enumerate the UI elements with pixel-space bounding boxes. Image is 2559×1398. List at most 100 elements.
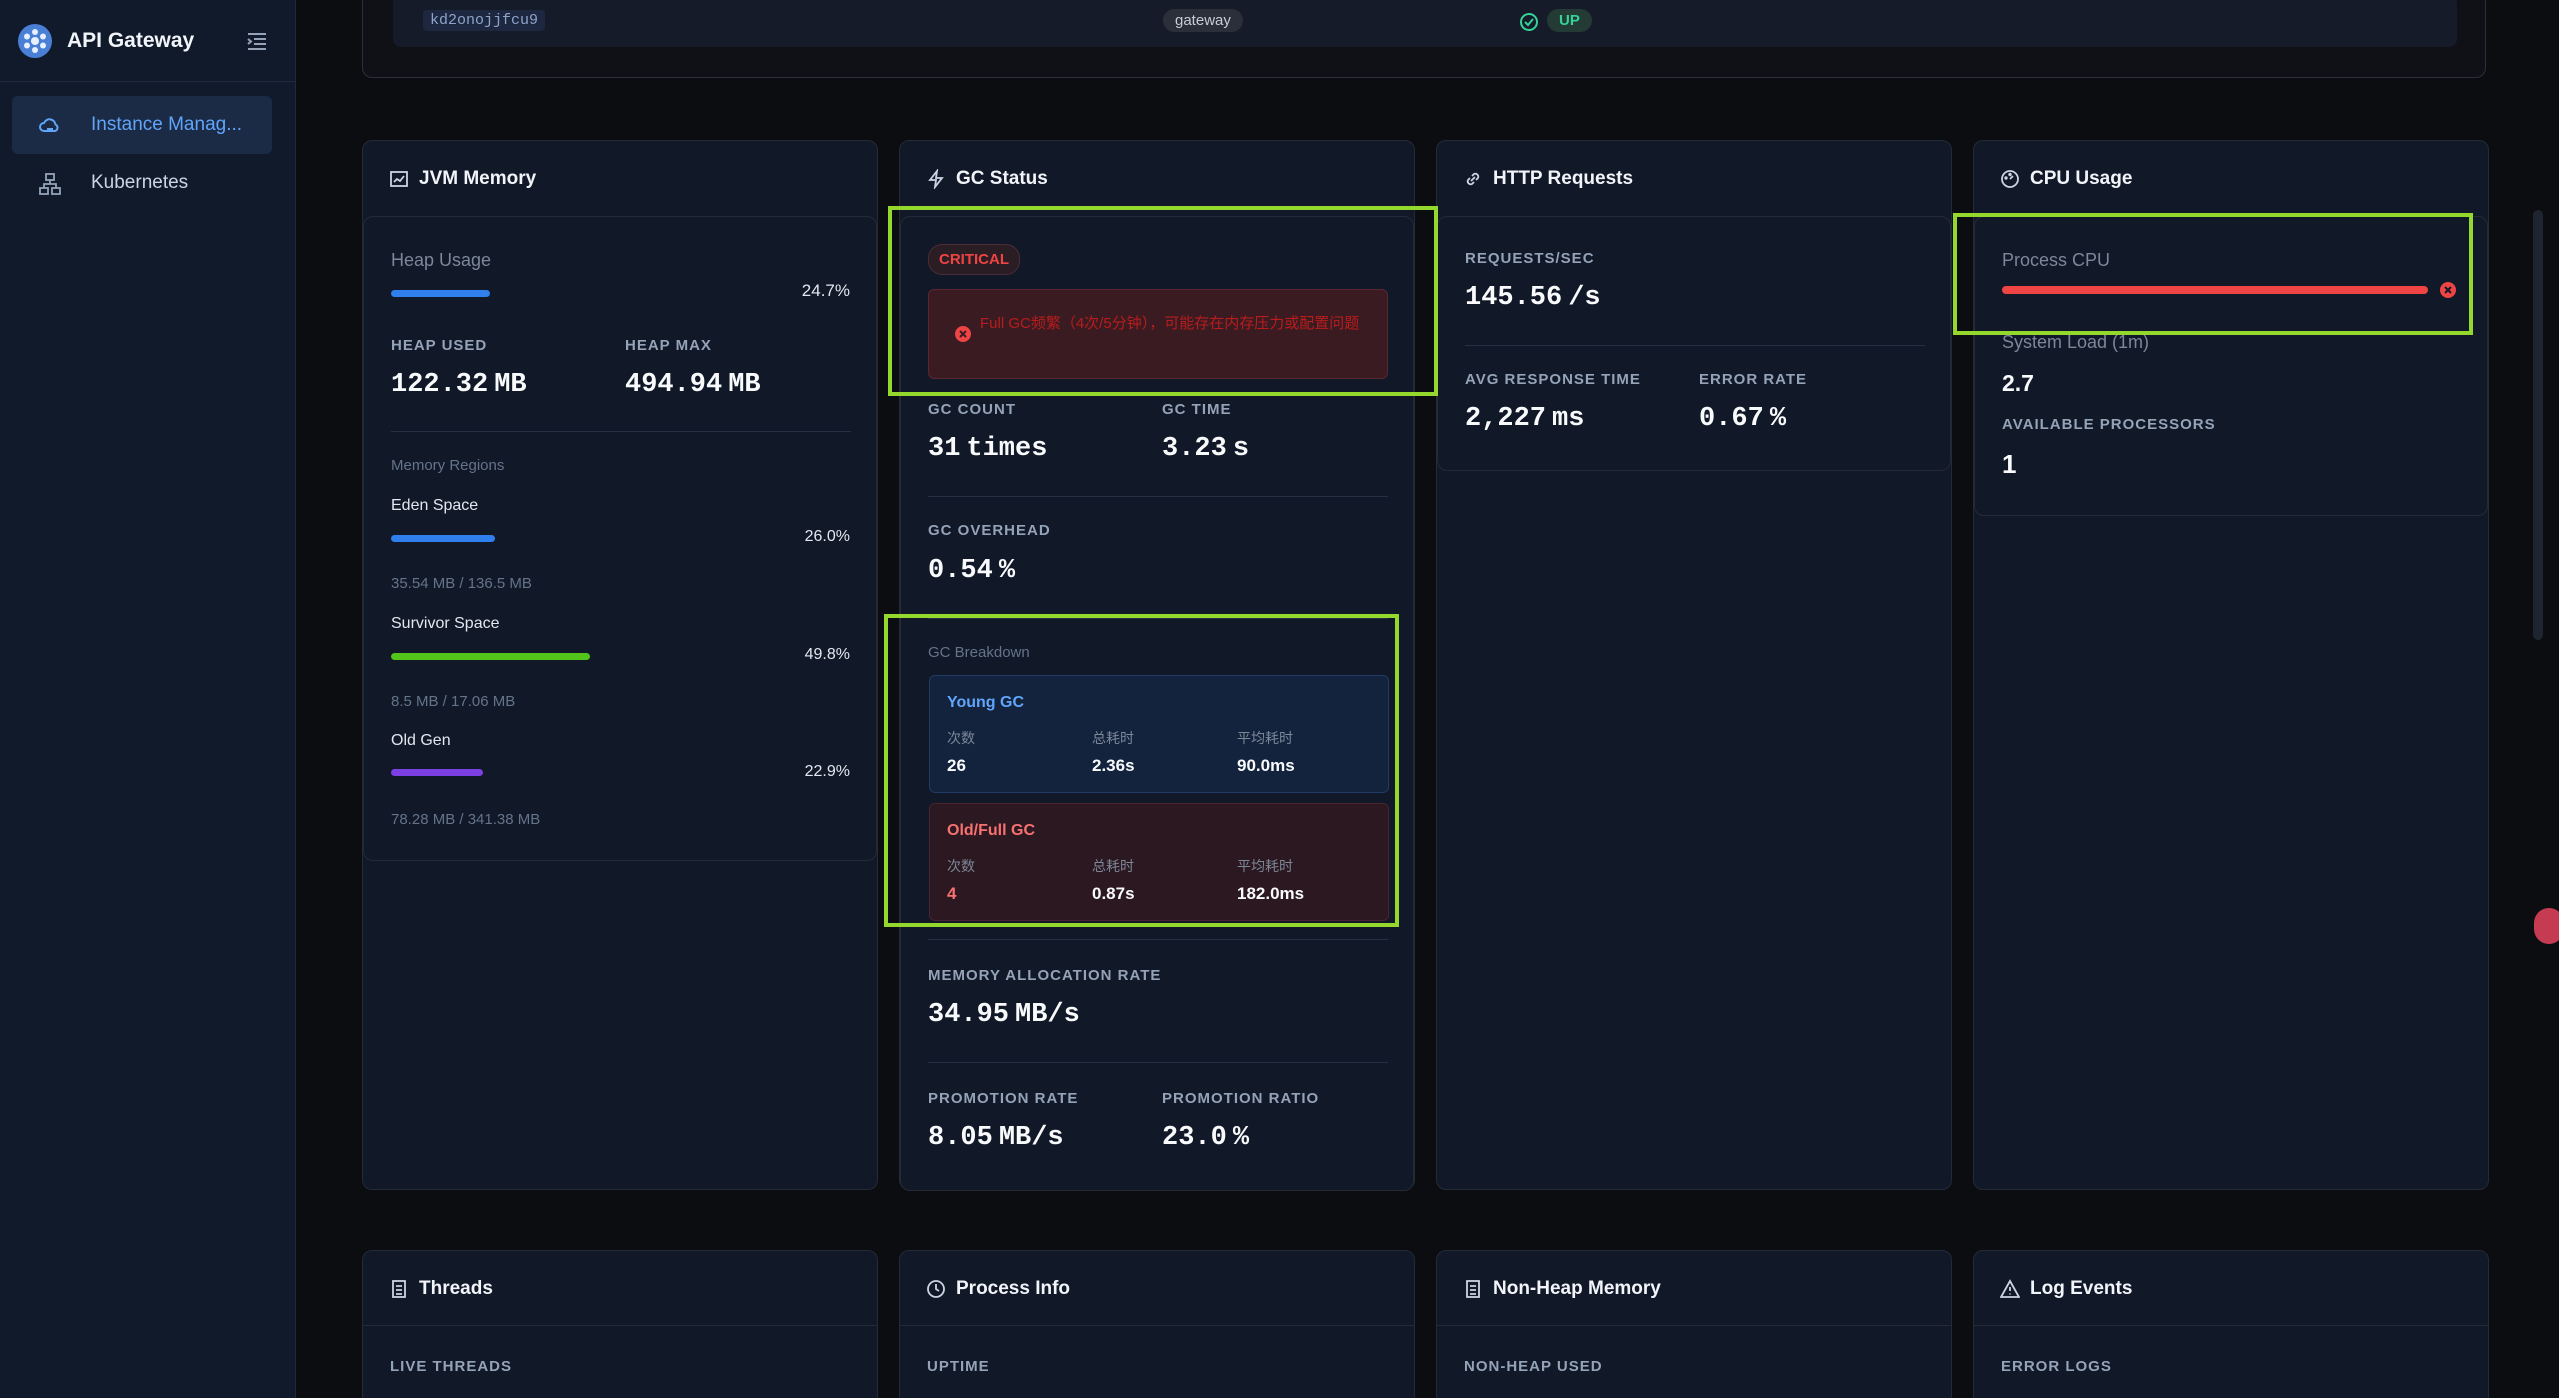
lightning-icon <box>928 169 944 189</box>
old-gc-avg-label: 平均耗时 <box>1237 858 1293 874</box>
eden-space-bar <box>391 535 495 542</box>
log-events-card: Log Events ERROR LOGS <box>1973 1250 2489 1398</box>
old-gc-box: Old/Full GC 次数 4 总耗时 0.87s 平均耗时 182.0ms <box>929 803 1389 921</box>
heap-used-value: 122.32 MB <box>391 370 527 400</box>
live-threads-label: LIVE THREADS <box>390 1358 513 1375</box>
promotion-ratio-value: 23.0% <box>1162 1123 1250 1153</box>
old-gc-avg: 182.0ms <box>1237 884 1305 903</box>
available-processors-value: 1 <box>2002 449 2017 479</box>
survivor-space-bar <box>391 653 591 660</box>
system-load-value: 2.7 <box>2002 370 2034 396</box>
chart-line-icon <box>390 171 408 187</box>
threads-card: Threads LIVE THREADS <box>362 1250 878 1398</box>
heap-usage-percent: 24.7% <box>801 281 850 300</box>
gc-status-card: GC Status CRITICAL Full GC频繁（4次/5分钟），可能存… <box>899 140 1415 1191</box>
gc-count-label: GC COUNT <box>928 401 1016 418</box>
clock-icon <box>927 1280 945 1298</box>
cloud-icon <box>38 114 62 138</box>
gc-time-label: GC TIME <box>1162 401 1232 418</box>
divider <box>1465 345 1925 346</box>
heap-used-label: HEAP USED <box>391 337 488 354</box>
http-requests-panel: REQUESTS/SEC 145.56/s AVG RESPONSE TIME … <box>1437 216 1951 471</box>
divider <box>363 1325 877 1326</box>
requests-per-sec-label: REQUESTS/SEC <box>1465 250 1595 267</box>
process-cpu-label: Process CPU <box>2002 250 2111 270</box>
divider <box>1437 1325 1951 1326</box>
region-detail: 8.5 MB / 17.06 MB <box>391 693 516 710</box>
old-gc-total-label: 总耗时 <box>1092 858 1134 874</box>
critical-badge: CRITICAL <box>928 244 1020 275</box>
gc-overhead-value: 0.54% <box>928 556 1016 586</box>
region-percent: 49.8% <box>804 646 850 663</box>
promotion-rate-value: 8.05 MB/s <box>928 1123 1064 1153</box>
error-circle-icon <box>2439 281 2457 304</box>
card-title: JVM Memory <box>389 168 536 190</box>
available-processors-label: AVAILABLE PROCESSORS <box>2002 416 2216 433</box>
gc-count-value: 31 times <box>928 434 1048 464</box>
gc-alert: Full GC频繁（4次/5分钟），可能存在内存压力或配置问题 <box>928 289 1388 379</box>
gc-status-panel: CRITICAL Full GC频繁（4次/5分钟），可能存在内存压力或配置问题… <box>900 216 1414 1191</box>
cpu-usage-panel: Process CPU System Load (1m) 2.7 AVAILAB… <box>1974 216 2488 516</box>
sidebar-item-kubernetes[interactable]: Kubernetes <box>12 154 272 212</box>
region-name: Old Gen <box>391 732 451 749</box>
main-content: kd2onojjfcu9 gateway UP JVM Memory Heap … <box>296 0 2559 1398</box>
non-heap-memory-card: Non-Heap Memory NON-HEAP USED <box>1436 1250 1952 1398</box>
non-heap-used-label: NON-HEAP USED <box>1464 1358 1603 1375</box>
card-title: Process Info <box>926 1278 1070 1300</box>
old-gc-count-label: 次数 <box>947 858 975 874</box>
young-gc-avg-label: 平均耗时 <box>1237 730 1293 746</box>
gauge-icon <box>2001 170 2019 188</box>
young-gc-count-label: 次数 <box>947 730 975 746</box>
app-title: API Gateway <box>67 29 195 52</box>
error-circle-icon <box>954 325 972 348</box>
divider <box>928 939 1388 940</box>
system-load-label: System Load (1m) <box>2002 332 2150 352</box>
old-gen-bar <box>391 769 483 776</box>
card-title: Threads <box>389 1278 493 1300</box>
old-gc-count: 4 <box>947 884 957 903</box>
jvm-memory-panel: Heap Usage 24.7% HEAP USED 122.32 MB HEAP… <box>363 216 877 861</box>
instance-id: kd2onojjfcu9 <box>423 10 546 31</box>
young-gc-title: Young GC <box>947 694 1025 711</box>
card-title: Log Events <box>2000 1278 2132 1300</box>
region-percent: 26.0% <box>804 528 850 545</box>
young-gc-avg: 90.0ms <box>1237 756 1295 775</box>
process-info-card: Process Info UPTIME <box>899 1250 1415 1398</box>
old-gc-title: Old/Full GC <box>947 822 1035 839</box>
allocation-rate-value: 34.95 MB/s <box>928 1000 1080 1030</box>
list-icon <box>392 1280 406 1298</box>
sidebar-item-label: Instance Manag... <box>91 114 243 135</box>
card-title: Non-Heap Memory <box>1463 1278 1661 1300</box>
avg-response-time-label: AVG RESPONSE TIME <box>1465 371 1641 388</box>
allocation-rate-label: MEMORY ALLOCATION RATE <box>928 967 1162 984</box>
cpu-usage-card: CPU Usage Process CPU System Load (1m) 2… <box>1973 140 2489 1190</box>
instance-panel: kd2onojjfcu9 gateway UP <box>362 0 2486 78</box>
error-rate-value: 0.67% <box>1699 404 1787 434</box>
divider <box>928 496 1388 497</box>
card-title: CPU Usage <box>2000 168 2132 190</box>
young-gc-total: 2.36s <box>1092 756 1135 775</box>
sidebar: API Gateway Instance Manag... Kubernetes <box>0 0 296 1398</box>
divider <box>928 618 1388 619</box>
divider <box>900 1325 1414 1326</box>
region-name: Survivor Space <box>391 615 500 632</box>
brand-header: API Gateway <box>0 0 296 82</box>
sidebar-item-instance-management[interactable]: Instance Manag... <box>12 96 272 154</box>
floating-action-button[interactable] <box>2534 908 2559 944</box>
heap-usage-label: Heap Usage <box>391 250 492 270</box>
old-gc-total: 0.87s <box>1092 884 1135 903</box>
page-scrollbar[interactable] <box>2533 210 2543 640</box>
young-gc-total-label: 总耗时 <box>1092 730 1134 746</box>
instance-row[interactable]: kd2onojjfcu9 gateway UP <box>393 0 2457 47</box>
young-gc-box: Young GC 次数 26 总耗时 2.36s 平均耗时 90.0ms <box>929 675 1389 793</box>
region-detail: 78.28 MB / 341.38 MB <box>391 811 541 828</box>
jvm-memory-card: JVM Memory Heap Usage 24.7% HEAP USED 12… <box>362 140 878 1190</box>
young-gc-count: 26 <box>947 756 966 775</box>
menu-collapse-icon[interactable] <box>246 30 268 52</box>
memory-regions-label: Memory Regions <box>391 457 505 474</box>
card-title: HTTP Requests <box>1463 168 1633 190</box>
divider <box>391 431 851 432</box>
card-title: GC Status <box>926 168 1048 190</box>
process-cpu-bar <box>2002 286 2428 294</box>
link-icon <box>1466 172 1480 186</box>
